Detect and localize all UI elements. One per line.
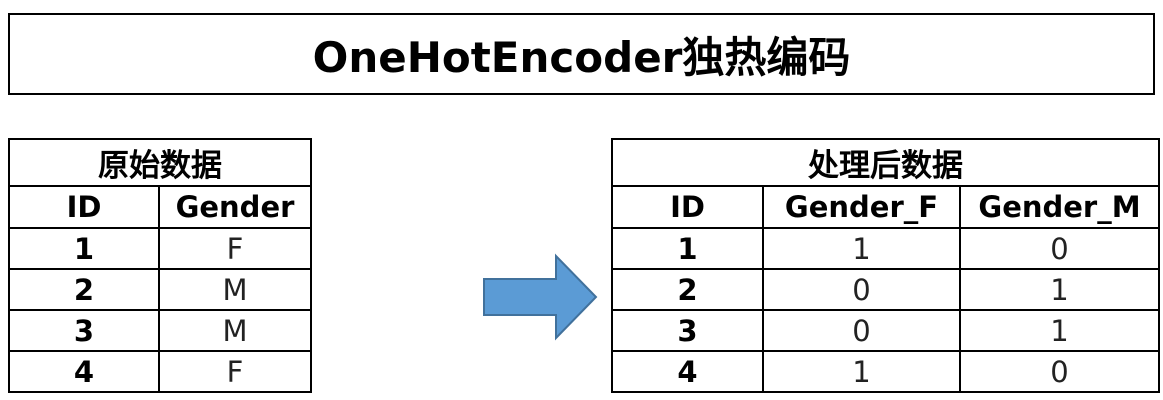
processed-gender-m-cell: 0 [958, 227, 1161, 270]
table-row: 1 1 0 [611, 227, 1161, 270]
processed-gender-f-cell: 1 [762, 350, 961, 393]
table-row: 2 M [8, 268, 312, 311]
original-table-caption: 原始数据 [8, 138, 312, 187]
table-row: 4 F [8, 350, 312, 393]
original-gender-cell: F [158, 227, 312, 270]
processed-data-table: 处理后数据 ID Gender_F Gender_M 1 1 0 2 0 1 3… [610, 138, 1161, 393]
original-id-cell: 1 [8, 227, 160, 270]
processed-gender-f-cell: 0 [762, 268, 961, 311]
arrow-shape [483, 253, 598, 341]
original-header-gender: Gender [158, 185, 312, 229]
diagram-title: OneHotEncoder独热编码 [8, 13, 1155, 95]
original-header-id: ID [8, 185, 160, 229]
original-gender-cell: F [158, 350, 312, 393]
processed-id-cell: 2 [611, 268, 764, 311]
processed-gender-m-cell: 1 [958, 309, 1161, 352]
table-row: 1 F [8, 227, 312, 270]
table-row: 2 0 1 [611, 268, 1161, 311]
processed-gender-f-cell: 0 [762, 309, 961, 352]
original-data-table: 原始数据 ID Gender 1 F 2 M 3 M 4 F [8, 138, 312, 393]
original-gender-cell: M [158, 268, 312, 311]
original-gender-cell: M [158, 309, 312, 352]
right-arrow-icon [483, 253, 598, 341]
original-id-cell: 2 [8, 268, 160, 311]
processed-gender-m-cell: 0 [958, 350, 1161, 393]
processed-gender-m-cell: 1 [958, 268, 1161, 311]
processed-header-gender-m: Gender_M [958, 185, 1161, 229]
processed-gender-f-cell: 1 [762, 227, 961, 270]
original-id-cell: 3 [8, 309, 160, 352]
processed-id-cell: 4 [611, 350, 764, 393]
processed-id-cell: 3 [611, 309, 764, 352]
original-id-cell: 4 [8, 350, 160, 393]
processed-id-cell: 1 [611, 227, 764, 270]
processed-header-gender-f: Gender_F [762, 185, 961, 229]
table-row: 3 M [8, 309, 312, 352]
processed-table-caption: 处理后数据 [610, 138, 1161, 187]
table-row: 3 0 1 [611, 309, 1161, 352]
processed-header-id: ID [611, 185, 764, 229]
table-row: 4 1 0 [611, 350, 1161, 393]
